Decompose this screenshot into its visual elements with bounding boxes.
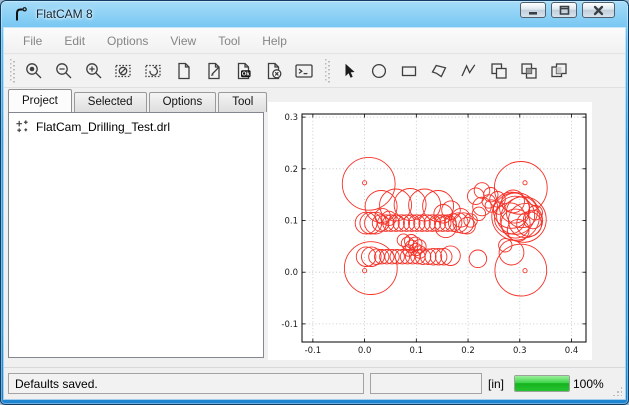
drill-plot[interactable]: -0.1 0.0 0.1 0.2 0.3 0.4 -0.1 0.0 0.1 0.2 0.3 bbox=[268, 102, 592, 360]
progress-bar bbox=[514, 375, 570, 392]
app-logo-icon bbox=[12, 5, 30, 23]
polygon-union-button[interactable] bbox=[484, 57, 514, 85]
menu-edit[interactable]: Edit bbox=[56, 30, 93, 52]
zoom-out-icon bbox=[54, 61, 74, 81]
window-body: File Edit Options View Tool Help Ok ProjectSe… bbox=[4, 28, 625, 399]
select-tool-button[interactable] bbox=[334, 57, 364, 85]
delete-file-icon bbox=[264, 61, 284, 81]
delete-object-button[interactable] bbox=[259, 57, 289, 85]
toolbar-grip[interactable] bbox=[10, 59, 15, 83]
svg-text:0.2: 0.2 bbox=[284, 165, 298, 175]
menu-file[interactable]: File bbox=[15, 30, 50, 52]
zoom-fit-button[interactable] bbox=[19, 57, 49, 85]
tree-item-label: FlatCam_Drilling_Test.drl bbox=[36, 120, 170, 134]
svg-text:-0.1: -0.1 bbox=[305, 346, 322, 356]
maximize-button[interactable] bbox=[551, 2, 577, 18]
polygon-intersection-button[interactable] bbox=[514, 57, 544, 85]
drill-points-icon bbox=[15, 119, 30, 134]
tab-options[interactable]: Options bbox=[149, 92, 217, 112]
clear-plot-button[interactable] bbox=[109, 57, 139, 85]
select-arrow-icon bbox=[339, 61, 359, 81]
svg-text:0.3: 0.3 bbox=[284, 113, 298, 123]
tab-project[interactable]: Project bbox=[8, 89, 72, 112]
svg-text:-0.1: -0.1 bbox=[281, 320, 298, 330]
close-icon bbox=[591, 3, 606, 18]
menu-tool[interactable]: Tool bbox=[210, 30, 248, 52]
svg-text:Ok: Ok bbox=[242, 72, 251, 78]
flatcam-window: FlatCAM 8 File Edit Options View Tool Help Ok… bbox=[0, 0, 629, 405]
shell-button[interactable] bbox=[289, 57, 319, 85]
window-title: FlatCAM 8 bbox=[36, 7, 93, 21]
new-file-icon bbox=[174, 61, 194, 81]
circle-icon bbox=[369, 61, 389, 81]
svg-text:0.1: 0.1 bbox=[284, 217, 298, 227]
plot-canvas[interactable]: -0.1 0.0 0.1 0.2 0.3 0.4 -0.1 0.0 0.1 0.2 0.3 bbox=[268, 102, 592, 360]
edit-file-icon bbox=[204, 61, 224, 81]
replot-icon bbox=[144, 61, 164, 81]
progress-fill bbox=[515, 376, 569, 391]
svg-text:0.2: 0.2 bbox=[461, 346, 475, 356]
titlebar[interactable]: FlatCAM 8 bbox=[0, 0, 629, 28]
caption-buttons bbox=[520, 2, 615, 18]
ok-file-icon: Ok bbox=[234, 61, 254, 81]
path-icon bbox=[459, 61, 479, 81]
zoom-in-button[interactable] bbox=[79, 57, 109, 85]
menu-help[interactable]: Help bbox=[254, 30, 295, 52]
intersection-icon bbox=[519, 61, 539, 81]
close-button[interactable] bbox=[582, 2, 615, 18]
union-icon bbox=[489, 61, 509, 81]
subtract-icon bbox=[549, 61, 569, 81]
svg-text:0.4: 0.4 bbox=[565, 346, 579, 356]
progress-percent-label: 100% bbox=[573, 373, 604, 394]
svg-text:0.3: 0.3 bbox=[513, 346, 527, 356]
tab-strip: ProjectSelectedOptionsTool bbox=[8, 89, 269, 112]
project-tree-panel[interactable]: FlatCam_Drilling_Test.drl bbox=[8, 112, 264, 358]
replot-button[interactable] bbox=[139, 57, 169, 85]
zoom-fit-icon bbox=[24, 61, 44, 81]
draw-path-button[interactable] bbox=[454, 57, 484, 85]
units-label: [in] bbox=[488, 373, 504, 394]
clear-plot-icon bbox=[114, 61, 134, 81]
open-project-button[interactable] bbox=[199, 57, 229, 85]
tab-tool[interactable]: Tool bbox=[218, 92, 267, 112]
rectangle-icon bbox=[399, 61, 419, 81]
minimize-icon bbox=[526, 3, 541, 18]
tree-item[interactable]: FlatCam_Drilling_Test.drl bbox=[9, 113, 263, 134]
menu-view[interactable]: View bbox=[162, 30, 204, 52]
maximize-icon bbox=[557, 3, 572, 18]
svg-text:0.0: 0.0 bbox=[284, 268, 298, 278]
toolbar: Ok bbox=[4, 55, 625, 88]
tab-selected[interactable]: Selected bbox=[74, 92, 147, 112]
save-defaults-button[interactable]: Ok bbox=[229, 57, 259, 85]
new-project-button[interactable] bbox=[169, 57, 199, 85]
polygon-icon bbox=[429, 61, 449, 81]
polygon-subtract-button[interactable] bbox=[544, 57, 574, 85]
zoom-out-button[interactable] bbox=[49, 57, 79, 85]
status-message: Defaults saved. bbox=[8, 373, 364, 394]
draw-circle-button[interactable] bbox=[364, 57, 394, 85]
resize-grip-icon[interactable] bbox=[612, 386, 622, 396]
status-bar: Defaults saved. [in] 100% bbox=[4, 367, 625, 399]
svg-text:0.0: 0.0 bbox=[358, 346, 372, 356]
draw-polygon-button[interactable] bbox=[424, 57, 454, 85]
toolbar-grip[interactable] bbox=[325, 59, 330, 83]
status-secondary bbox=[370, 373, 482, 394]
minimize-button[interactable] bbox=[520, 2, 546, 18]
draw-rectangle-button[interactable] bbox=[394, 57, 424, 85]
shell-icon bbox=[294, 61, 314, 81]
menu-options[interactable]: Options bbox=[99, 30, 156, 52]
menu-bar: File Edit Options View Tool Help bbox=[4, 28, 625, 54]
zoom-in-icon bbox=[84, 61, 104, 81]
svg-text:0.1: 0.1 bbox=[410, 346, 424, 356]
